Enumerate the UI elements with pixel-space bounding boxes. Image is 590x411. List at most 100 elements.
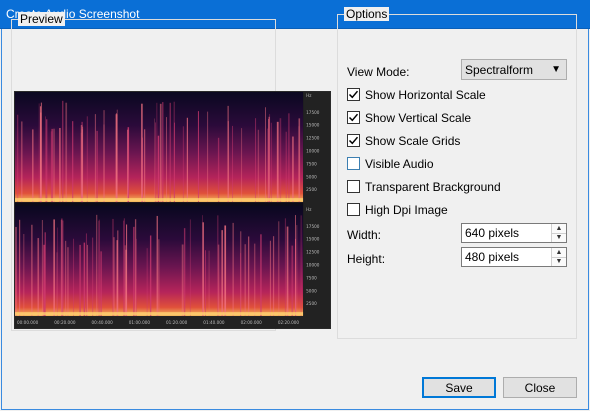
spectrogram-streak xyxy=(270,122,272,203)
spectrogram-streak xyxy=(32,129,34,203)
spectrogram-streak xyxy=(67,247,69,317)
spectrogram-streak xyxy=(181,244,184,317)
spectrogram-streak xyxy=(285,131,287,203)
spectrogram-streak xyxy=(221,230,223,317)
view-mode-value: Spectralform xyxy=(465,62,534,77)
frequency-tick-label: 5000 xyxy=(306,174,317,179)
preview-legend: Preview xyxy=(18,12,65,26)
spectrogram-streak xyxy=(241,128,243,203)
spectrogram-streak xyxy=(217,137,220,203)
save-button[interactable]: Save xyxy=(422,377,496,398)
spectrogram-streak xyxy=(156,215,158,317)
spectrogram-streak xyxy=(202,222,204,317)
high-dpi-image-label[interactable]: High Dpi Image xyxy=(365,203,448,217)
spin-up-icon[interactable]: ▲ xyxy=(552,224,566,233)
frequency-tick-label: 12500 xyxy=(306,250,320,255)
spectrogram-streak xyxy=(269,114,271,203)
frequency-tick-label: 17500 xyxy=(306,224,320,229)
spectrogram-streak xyxy=(156,102,158,203)
spectrogram-streak xyxy=(278,221,280,317)
spectrogram-streak xyxy=(41,220,43,317)
chevron-down-icon: ▼ xyxy=(551,64,561,75)
transparent-background-checkbox[interactable] xyxy=(347,180,360,193)
spectrogram-streak xyxy=(72,121,74,203)
height-spinbox[interactable]: 480 pixels ▲ ▼ xyxy=(461,247,567,267)
width-spinbox[interactable]: 640 pixels ▲ ▼ xyxy=(461,223,567,243)
spin-up-icon[interactable]: ▲ xyxy=(552,248,566,257)
spectrogram-streak xyxy=(96,214,98,317)
checkmark-icon xyxy=(348,113,359,122)
height-value: 480 pixels xyxy=(465,250,520,264)
show-vertical-scale-checkbox[interactable] xyxy=(347,111,360,124)
spectrogram-streak xyxy=(254,118,257,203)
spectrogram-streak xyxy=(37,238,40,317)
spectrogram-streak xyxy=(53,128,55,203)
spectrogram-streak xyxy=(149,235,152,317)
spectrogram-streak xyxy=(248,236,250,317)
spectrogram-streak xyxy=(98,220,100,317)
show-vertical-scale-label[interactable]: Show Vertical Scale xyxy=(365,111,471,125)
spectrogram-streak xyxy=(276,121,279,203)
spectrogram-streak xyxy=(208,250,210,317)
spectrogram-streak xyxy=(86,244,88,317)
visible-audio-label[interactable]: Visible Audio xyxy=(365,157,434,171)
spin-down-icon[interactable]: ▼ xyxy=(552,256,566,267)
spectrogram-streak xyxy=(117,230,119,317)
time-tick-label: 01:40.000 xyxy=(203,320,225,325)
time-tick-label: 01:20.000 xyxy=(166,320,188,325)
frequency-tick-label: 2500 xyxy=(306,187,317,192)
spectrogram-preview: Hz 17500 15000 12500 10000 7500 5000 2500 Hz 175… xyxy=(14,91,331,329)
frequency-tick-label: 10000 xyxy=(306,263,320,268)
spectrogram-streak xyxy=(267,128,269,203)
transparent-background-label[interactable]: Transparent Brackground xyxy=(365,180,501,194)
spectrogram-streak xyxy=(204,250,206,317)
spectrogram-streak xyxy=(265,107,266,203)
frequency-unit-label: Hz xyxy=(306,207,311,212)
spectrogram-streak xyxy=(62,100,64,203)
spectrogram-streak xyxy=(227,121,229,203)
view-mode-select[interactable]: Spectralform ▼ xyxy=(461,59,567,80)
time-tick-label: 00:40.000 xyxy=(92,320,114,325)
spectrogram-streak xyxy=(80,125,83,203)
spectrogram-streak xyxy=(94,114,96,203)
show-horizontal-scale-label[interactable]: Show Horizontal Scale xyxy=(365,88,486,102)
spectrogram-streak xyxy=(207,111,209,203)
spectrogram-streak xyxy=(20,121,23,203)
spectrogram-streak xyxy=(15,226,17,317)
visible-audio-checkbox[interactable] xyxy=(347,157,360,170)
spectrogram-streak xyxy=(16,114,19,203)
spectrogram-streak xyxy=(86,116,88,203)
spectrogram-streak xyxy=(189,219,191,317)
spectrogram-streak xyxy=(166,117,167,203)
spectrogram-streak xyxy=(224,225,227,317)
spectrogram-streak xyxy=(197,111,199,203)
spectrogram-streak xyxy=(83,242,86,317)
spectrogram-streak xyxy=(217,244,220,317)
spectrogram-streak xyxy=(65,240,67,317)
time-tick-label: 00:00.000 xyxy=(17,320,39,325)
frequency-tick-label: 7500 xyxy=(306,275,317,280)
options-legend: Options xyxy=(344,7,390,21)
spectrogram-streak xyxy=(96,130,98,203)
spectrogram-streak xyxy=(146,248,148,317)
spectrogram-streak xyxy=(113,237,115,317)
spectrogram-streak xyxy=(40,112,42,203)
spectrogram-streak xyxy=(112,218,114,317)
spectrogram-streak xyxy=(244,244,247,317)
show-scale-grids-label[interactable]: Show Scale Grids xyxy=(365,134,460,148)
spectrogram-streak xyxy=(284,218,286,317)
time-tick-label: 02:00.000 xyxy=(241,320,263,325)
spectrogram-streak xyxy=(23,233,25,317)
close-button[interactable]: Close xyxy=(503,377,577,398)
spectrogram-streak xyxy=(260,234,262,317)
spectrogram-streak xyxy=(60,220,63,317)
frequency-tick-label: 15000 xyxy=(306,237,320,242)
spin-down-icon[interactable]: ▼ xyxy=(552,232,566,243)
high-dpi-image-checkbox[interactable] xyxy=(347,203,360,216)
show-horizontal-scale-checkbox[interactable] xyxy=(347,88,360,101)
frequency-tick-label: 5000 xyxy=(306,288,317,293)
spectrogram-streak xyxy=(85,233,87,317)
spectrogram-streak xyxy=(141,103,143,203)
spectrogram-streak xyxy=(295,215,296,317)
show-scale-grids-checkbox[interactable] xyxy=(347,134,360,147)
